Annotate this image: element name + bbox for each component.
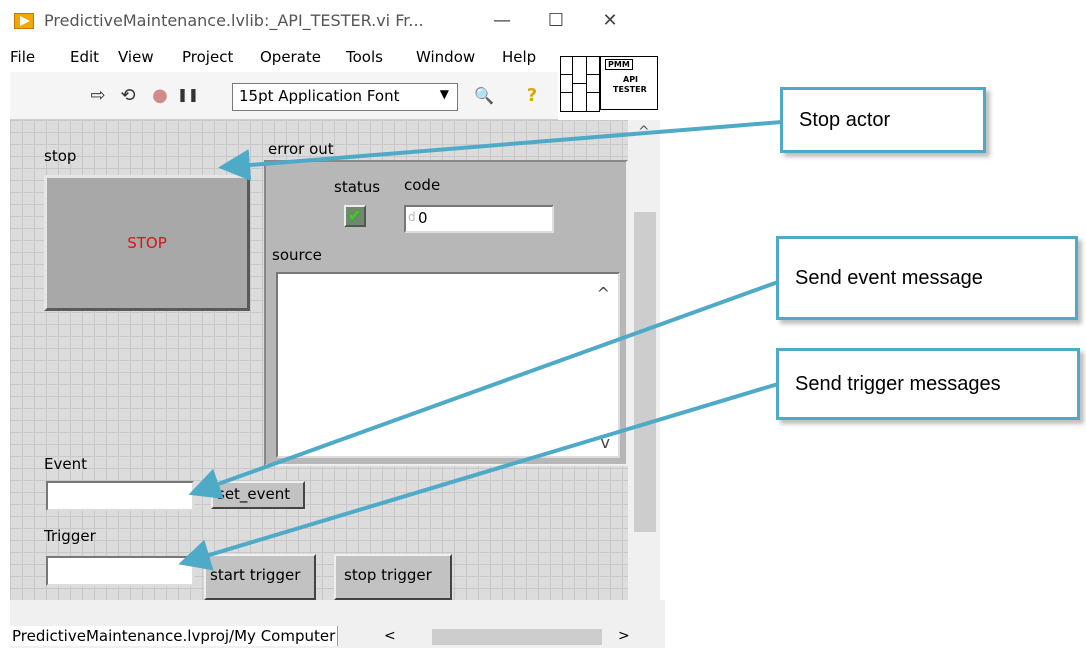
arrow-stop-actor [218,120,783,182]
arrow-send-trigger [178,382,779,571]
arrow-send-event [188,280,779,499]
callout-arrows [178,120,783,571]
